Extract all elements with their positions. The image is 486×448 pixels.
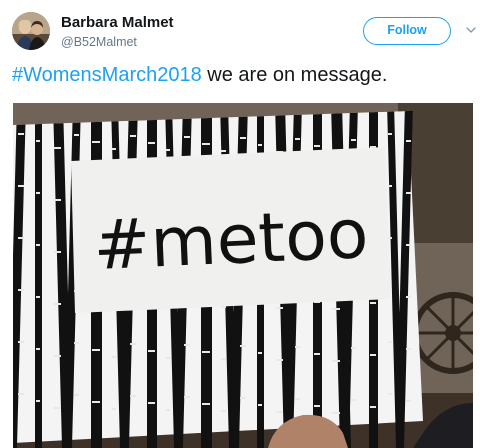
bark-notch [202,351,210,353]
tweet-header: Barbara Malmet @B52Malmet Follow [0,0,486,56]
user-handle[interactable]: @B52Malmet [61,35,137,49]
bark-notch [18,185,24,187]
bark-notch [74,342,79,344]
bark-notch [184,396,190,398]
bark-notch [36,296,40,298]
bark-notch [258,404,262,406]
bark-notch [74,394,79,396]
tweet-body-text: we are on message. [201,64,388,86]
bark-notch [370,354,376,356]
bark-notch [36,192,40,194]
bark-notch [166,149,170,151]
bark-notch [74,134,79,136]
bark-notch [221,150,226,152]
bark-notch [221,410,226,412]
bark-notch [240,397,246,399]
bark-notch [295,138,300,140]
bark-notch [18,133,24,135]
bark-notch [351,139,356,141]
bark-notch [54,407,61,409]
bark-notch [18,237,24,239]
bark-notch [295,346,300,348]
bark-notch [406,140,411,142]
bark-notch [406,244,411,246]
bark-notch [148,402,155,404]
bark-notch [258,144,262,146]
bark-notch [370,406,376,408]
bark-notch [36,140,40,142]
bark-notch [18,341,24,343]
bark-notch [36,400,40,402]
bark-notch [276,411,283,413]
bark-notch [240,137,246,139]
bark-notch [130,135,136,137]
bark-notch [92,141,100,143]
bark-notch [240,345,246,347]
bark-notch [54,199,61,201]
bark-notch [166,409,170,411]
bark-notch [332,308,340,310]
follow-button[interactable]: Follow [363,17,451,45]
bark-notch [351,347,356,349]
bark-notch [54,355,61,357]
bark-notch [388,185,392,187]
bark-notch [36,348,40,350]
tweet-photo[interactable]: #metoo [13,103,473,448]
bark-notch [18,289,24,291]
bark-notch [112,356,116,358]
bark-notch [202,403,210,405]
bark-notch [388,341,392,343]
bark-notch [221,358,226,360]
birch-stripe [35,109,42,448]
bark-notch [36,244,40,246]
bark-notch [166,357,170,359]
bark-notch [202,143,210,145]
bark-notch [314,353,320,355]
bark-notch [112,408,116,410]
bark-notch [54,147,61,149]
chevron-down-icon[interactable] [465,24,477,36]
bark-notch [406,296,411,298]
bark-notch [314,145,320,147]
bark-notch [92,349,100,351]
bark-notch [184,344,190,346]
bark-notch [406,192,411,194]
bark-notch [314,405,320,407]
bark-notch [276,307,283,309]
bark-notch [130,395,136,397]
bark-notch [276,359,283,361]
bark-notch [370,302,376,304]
bark-notch [184,136,190,138]
photo-canvas: #metoo [13,103,473,448]
user-display-name[interactable]: Barbara Malmet [61,14,174,31]
bark-notch [54,303,61,305]
bark-notch [332,412,340,414]
bark-notch [112,148,116,150]
bark-notch [388,133,392,135]
sign-hashtag-text: #metoo [92,195,370,286]
bark-notch [148,142,155,144]
bark-notch [388,393,392,395]
bark-notch [18,393,24,395]
bark-notch [54,251,61,253]
tweet-text: #WomensMarch2018 we are on message. [12,64,387,87]
bark-notch [148,350,155,352]
bark-notch [130,343,136,345]
bark-notch [258,352,262,354]
avatar-image [12,12,50,50]
bark-notch [406,348,411,350]
bark-notch [295,398,300,400]
avatar[interactable] [12,12,50,50]
hashtag-link[interactable]: #WomensMarch2018 [12,64,202,86]
bark-notch [332,360,340,362]
bark-notch [351,399,356,401]
bark-notch [92,401,100,403]
bark-notch [406,400,411,402]
